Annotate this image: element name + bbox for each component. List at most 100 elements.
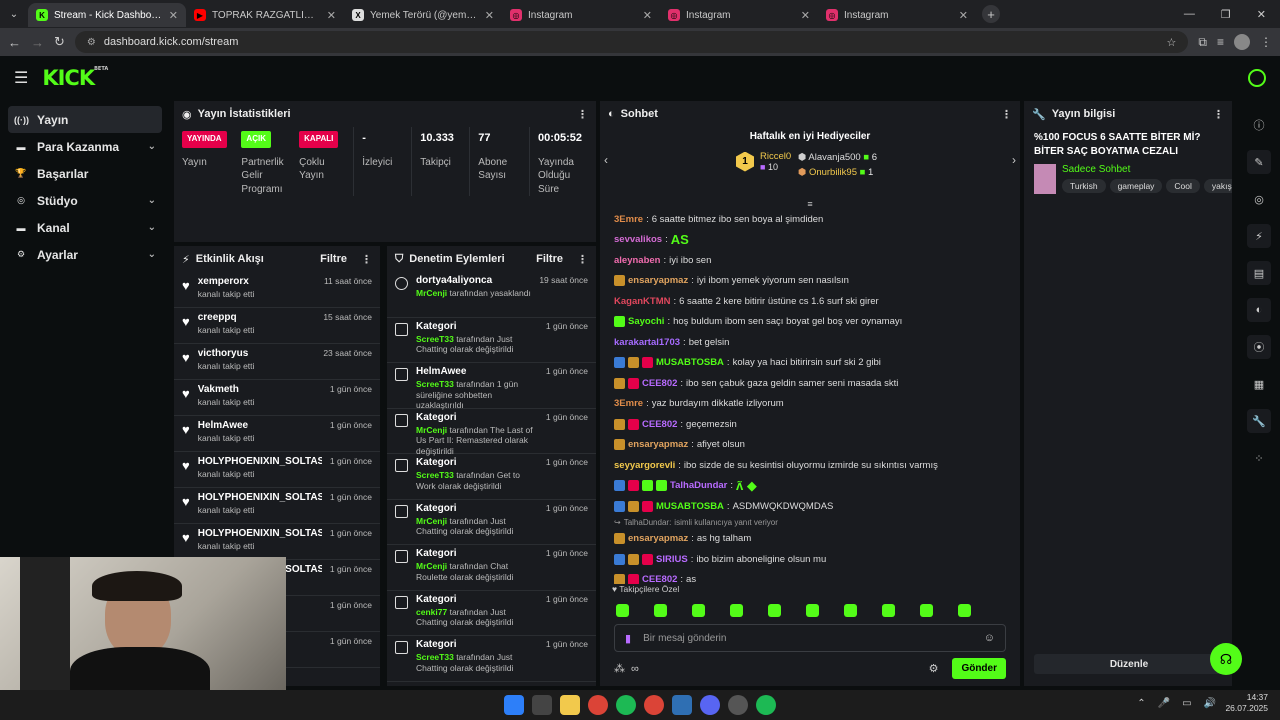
- moderation-row[interactable]: Kategori MrCenji tarafından Just Chatting…: [387, 500, 596, 545]
- back-icon[interactable]: ←: [8, 35, 21, 50]
- discord-icon[interactable]: [700, 695, 720, 715]
- moderation-row[interactable]: Kategori ScreeT33 tarafından Just Chattin…: [387, 636, 596, 682]
- kick-logo[interactable]: KICKBETA: [42, 66, 108, 90]
- tab-close-icon[interactable]: ✕: [327, 9, 336, 22]
- emote-9[interactable]: [920, 604, 933, 617]
- moderation-row[interactable]: Kategori ScreeT33 tarafından Just Chattin…: [387, 318, 596, 363]
- pinned-indicator-icon[interactable]: ≡: [600, 201, 1020, 209]
- chat-message[interactable]: ensaryapmaz: iyi ibom yemek yiyorum sen n…: [600, 271, 1020, 292]
- chevron-down-icon[interactable]: ⌄: [148, 249, 156, 260]
- emote-6[interactable]: [806, 604, 819, 617]
- wrench-rail-icon[interactable]: 🔧: [1247, 409, 1271, 433]
- chat-message[interactable]: aleynaben: iyi ibo sen: [600, 250, 1020, 271]
- moderator-name[interactable]: MrCenji: [416, 425, 447, 435]
- points-icon[interactable]: ⁂: [614, 662, 625, 675]
- sidebar-item[interactable]: ((·)) Yayın: [8, 106, 162, 133]
- chat-menu-icon[interactable]: ⋮: [1001, 108, 1012, 121]
- chat-username[interactable]: aleynaben: [614, 255, 660, 266]
- chat-message[interactable]: MUSABTOSBA: ASDMWQKDWQMDAS: [600, 496, 1020, 517]
- info-icon[interactable]: ⓘ: [1247, 113, 1271, 137]
- emote-3[interactable]: [692, 604, 705, 617]
- moderator-name[interactable]: ScreeT33: [416, 470, 454, 480]
- category-name[interactable]: Sadece Sohbet: [1062, 164, 1232, 175]
- chat-message[interactable]: TalhaDundar: ʌ̃ ◆: [600, 476, 1020, 497]
- moderator-name[interactable]: ScreeT33: [416, 379, 454, 389]
- moderator-name[interactable]: ScreeT33: [416, 334, 454, 344]
- support-button[interactable]: ☊: [1210, 643, 1242, 675]
- activity-row[interactable]: ♥ xemperorx kanalı takip etti 11 saat önce: [174, 272, 380, 308]
- mic-tray-icon[interactable]: 🎤: [1158, 698, 1170, 709]
- chat-username[interactable]: MUSABTOSBA: [656, 357, 724, 368]
- profile-avatar[interactable]: [1234, 34, 1250, 50]
- moderation-row[interactable]: Kategori cenki77 tarafından Just Chatting…: [387, 591, 596, 636]
- emote-10[interactable]: [958, 604, 971, 617]
- activity-row[interactable]: ♥ HOLYPHOENIXIN_SOLTASSAGI kanalı takip et…: [174, 452, 380, 488]
- chat-username[interactable]: Sayochi: [628, 316, 664, 327]
- chat-message[interactable]: sevvalikos: AS: [600, 230, 1020, 251]
- chat-input[interactable]: Bir mesaj gönderin: [643, 633, 726, 644]
- moderation-row[interactable]: HelmAwee ScreeT33 tarafından 1 gün süreli…: [387, 363, 596, 410]
- chat-input-box[interactable]: ▮ Bir mesaj gönderin ☺: [614, 624, 1006, 652]
- info-menu-icon[interactable]: ⋮: [1213, 108, 1224, 121]
- layout-rail-icon[interactable]: ▦: [1247, 372, 1271, 396]
- moderator-name[interactable]: ScreeT33: [416, 652, 454, 662]
- more-rail-icon[interactable]: ⁘: [1247, 446, 1271, 470]
- tab-close-icon[interactable]: ✕: [485, 9, 494, 22]
- gifters-next-icon[interactable]: ›: [1012, 153, 1016, 167]
- sidebar-item[interactable]: ◎ Stüdyo ⌄: [8, 187, 162, 214]
- moderation-row[interactable]: Kategori MrCenji tarafından The Last of U…: [387, 409, 596, 456]
- tab-close-icon[interactable]: ✕: [169, 9, 178, 22]
- media-icon[interactable]: ≡: [1217, 35, 1224, 49]
- broadcast-rail-icon[interactable]: ⦿: [1247, 335, 1271, 359]
- bookmark-star-icon[interactable]: ☆: [1167, 36, 1177, 49]
- clock[interactable]: 14:37 26.07.2025: [1225, 692, 1268, 714]
- chat-username[interactable]: MUSABTOSBA: [656, 501, 724, 512]
- browser-tab[interactable]: X Yemek Terörü (@yemekteroru_) ✕: [344, 3, 502, 27]
- tab-close-icon[interactable]: ✕: [959, 9, 968, 22]
- chat-rail-icon[interactable]: ◐: [1247, 298, 1271, 322]
- activity-menu-icon[interactable]: ⋮: [361, 253, 372, 266]
- browser-tab[interactable]: ◎ Instagram ✕: [502, 3, 660, 27]
- browser-tab[interactable]: ◎ Instagram ✕: [660, 3, 818, 27]
- chat-username[interactable]: 3Emre: [614, 398, 643, 409]
- chat-message[interactable]: SIRIUS: ibo bizim aboneligine olsun mu: [600, 549, 1020, 570]
- emoji-icon[interactable]: ☺: [984, 632, 995, 644]
- sidebar-item[interactable]: ▬ Para Kazanma ⌄: [8, 133, 162, 160]
- chat-message[interactable]: ensaryapmaz: as hg talham: [600, 529, 1020, 550]
- emote-1[interactable]: [616, 604, 629, 617]
- chat-username[interactable]: ensaryapmaz: [628, 275, 688, 286]
- sidebar-item[interactable]: ⚙ Ayarlar ⌄: [8, 241, 162, 268]
- chat-username[interactable]: TalhaDundar: [670, 480, 727, 491]
- minimize-window-icon[interactable]: —: [1184, 8, 1195, 21]
- forward-icon[interactable]: →: [31, 35, 44, 50]
- chat-message[interactable]: ensaryapmaz: afiyet olsun: [600, 435, 1020, 456]
- emote-5[interactable]: [768, 604, 781, 617]
- tray-chevron-icon[interactable]: ⌃: [1137, 698, 1145, 709]
- chat-message[interactable]: seyyargorevli: ibo sizde de su kesintisi …: [600, 455, 1020, 476]
- stream-tag[interactable]: gameplay: [1109, 179, 1163, 193]
- chat-message[interactable]: CEE802: as: [600, 570, 1020, 584]
- network-icon[interactable]: ▭: [1182, 698, 1191, 709]
- activity-row[interactable]: ♥ HOLYPHOENIXIN_SOLTASSAGI kanalı takip et…: [174, 524, 380, 560]
- close-window-icon[interactable]: ✕: [1257, 8, 1266, 21]
- mic-icon[interactable]: ▮: [625, 632, 631, 645]
- tab-close-icon[interactable]: ✕: [801, 9, 810, 22]
- moderation-filter-button[interactable]: Filtre: [536, 253, 563, 265]
- pencil-icon[interactable]: ✎: [1247, 150, 1271, 174]
- stream-tag[interactable]: yakışık: [1203, 179, 1232, 193]
- stream-tag[interactable]: Turkish: [1062, 179, 1106, 193]
- chat-username[interactable]: karakartal1703: [614, 337, 680, 348]
- moderator-name[interactable]: cenki77: [416, 607, 447, 617]
- chat-message[interactable]: CEE802: geçemezsin: [600, 414, 1020, 435]
- chat-username[interactable]: CEE802: [642, 574, 677, 584]
- emote-4[interactable]: [730, 604, 743, 617]
- chevron-down-icon[interactable]: ⌄: [148, 195, 156, 206]
- browser-tab[interactable]: ◎ Instagram ✕: [818, 3, 976, 27]
- moderation-row[interactable]: dortya4aliyonca MrCenji tarafından yasakl…: [387, 272, 596, 318]
- chat-username[interactable]: CEE802: [642, 419, 677, 430]
- activity-filter-button[interactable]: Filtre: [320, 253, 347, 265]
- chat-message[interactable]: karakartal1703: bet gelsin: [600, 332, 1020, 353]
- tab-close-icon[interactable]: ✕: [643, 9, 652, 22]
- activity-row[interactable]: ♥ HOLYPHOENIXIN_SOLTASSAGI kanalı takip et…: [174, 488, 380, 524]
- moderation-row[interactable]: Kategori MrCenji tarafından Chat Roulette…: [387, 545, 596, 591]
